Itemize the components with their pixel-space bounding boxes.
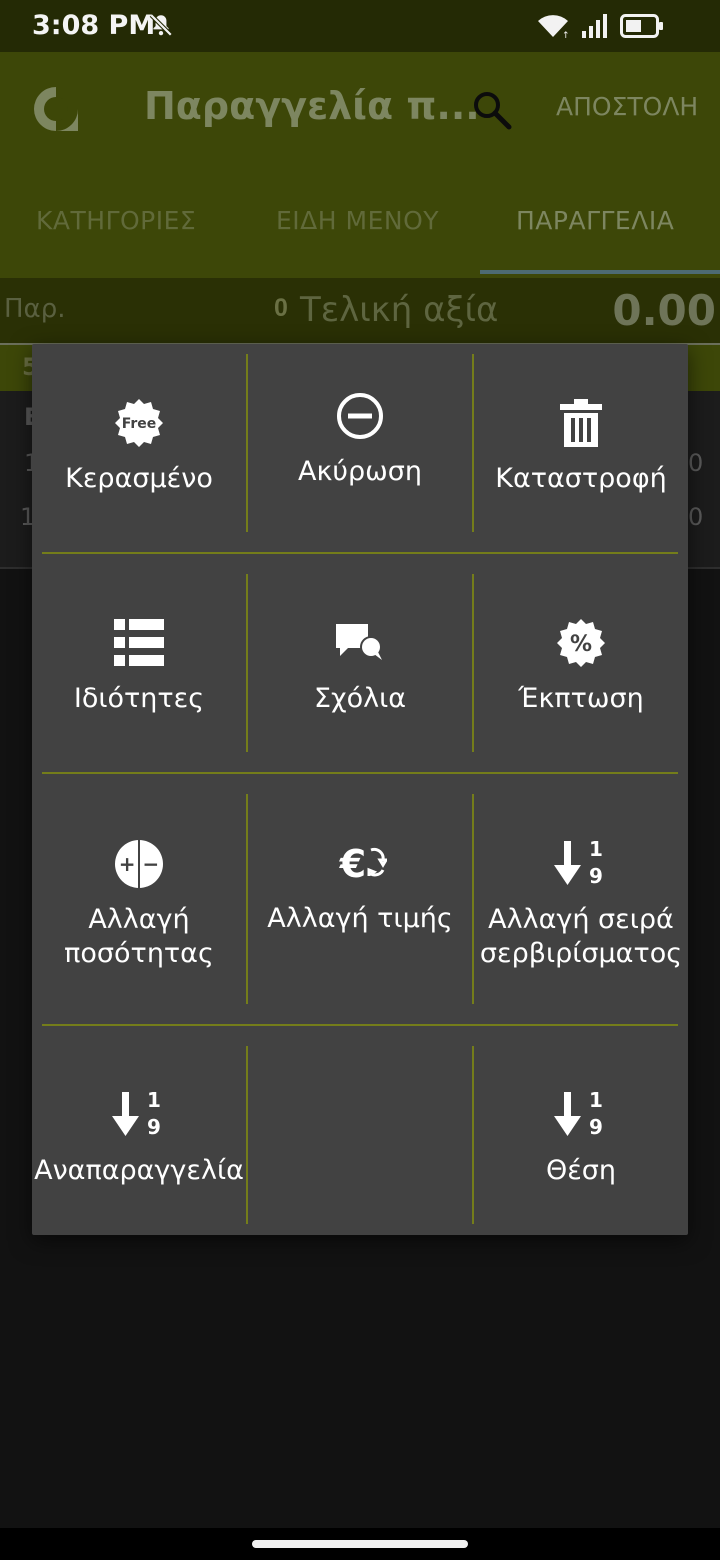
- discount-label: Έκπτωση: [518, 683, 644, 714]
- app-logo-icon: [34, 87, 78, 131]
- list-icon: [112, 616, 166, 670]
- battery-icon: [620, 14, 663, 38]
- change-serving-order-label: Αλλαγή σειρά σερβιρίσματος: [479, 904, 683, 969]
- status-bar: 3:08 PM ↑↓: [0, 0, 720, 52]
- grid-divider: [42, 1024, 678, 1026]
- grid-divider: [42, 552, 678, 554]
- cancel-minus-circle-icon: [333, 389, 387, 443]
- position-label: Θέση: [545, 1155, 617, 1186]
- plus-minus-circle-icon: + −: [112, 837, 166, 891]
- position-button[interactable]: 1 9 Θέση: [474, 1056, 688, 1220]
- sort-top-number: 1: [147, 1090, 161, 1112]
- sort-numeric-down-icon: 1 9: [554, 1088, 608, 1142]
- order-summary: Παρ. 0 Τελική αξία 0.00: [0, 278, 720, 344]
- signal-icon: [582, 14, 607, 38]
- summary-total-label: Τελική αξία: [300, 290, 499, 330]
- properties-label: Ιδιότητες: [73, 683, 205, 714]
- destroy-button[interactable]: Καταστροφή: [474, 364, 688, 528]
- free-badge-text: Free: [122, 416, 157, 432]
- wifi-icon: ↑↓: [538, 15, 570, 39]
- list-item-value: 0: [688, 449, 704, 477]
- euro-exchange-icon: €: [333, 836, 387, 890]
- cancel-button[interactable]: Ακύρωση: [248, 364, 472, 514]
- sort-numeric-down-icon: 1 9: [554, 837, 608, 891]
- page-title: Παραγγελία π...: [144, 84, 480, 128]
- reorder-label: Αναπαραγγελία: [34, 1155, 244, 1186]
- status-time: 3:08 PM: [32, 10, 156, 41]
- complimentary-label: Κερασμένο: [65, 463, 213, 494]
- cancel-label: Ακύρωση: [298, 456, 422, 487]
- empty-cell: [248, 1056, 472, 1220]
- comments-label: Σχόλια: [313, 683, 407, 714]
- sort-top-number: 1: [589, 839, 603, 861]
- svg-text:↑↓: ↑↓: [562, 31, 570, 39]
- complimentary-button[interactable]: Free Κερασμένο: [32, 364, 246, 528]
- change-serving-order-button[interactable]: 1 9 Αλλαγή σειρά σερβιρίσματος: [474, 804, 688, 1004]
- tab-order[interactable]: ΠΑΡΑΓΓΕΛΙΑ: [516, 206, 674, 235]
- comments-button[interactable]: Σχόλια: [248, 584, 472, 748]
- list-item-value: 0: [688, 503, 704, 531]
- summary-total-value: 0.00: [612, 286, 716, 335]
- properties-button[interactable]: Ιδιότητες: [32, 584, 246, 748]
- tab-indicator: [480, 270, 720, 274]
- euro-symbol: €: [339, 842, 366, 886]
- notifications-muted-icon: [149, 13, 173, 37]
- discount-button[interactable]: % Έκπτωση: [474, 584, 688, 748]
- comments-icon: [333, 616, 387, 670]
- destroy-label: Καταστροφή: [495, 463, 667, 494]
- search-icon[interactable]: [470, 88, 514, 132]
- discount-percent-icon: %: [554, 616, 608, 670]
- sort-top-number: 1: [589, 1090, 603, 1112]
- reorder-button[interactable]: 1 9 Αναπαραγγελία: [32, 1056, 246, 1220]
- change-quantity-label: Αλλαγή ποσότητας: [64, 904, 214, 969]
- tab-bar: ΚΑΤΗΓΟΡΙΕΣ ΕΙΔΗ ΜΕΝΟΥ ΠΑΡΑΓΓΕΛΙΑ: [0, 190, 720, 276]
- percent-badge-text: %: [570, 632, 592, 657]
- change-price-button[interactable]: € Αλλαγή τιμής: [248, 804, 472, 968]
- free-badge-icon: Free: [112, 396, 166, 450]
- summary-count: 0: [274, 294, 288, 322]
- change-quantity-button[interactable]: + − Αλλαγή ποσότητας: [32, 804, 246, 1004]
- status-icons: ↑↓: [536, 12, 664, 40]
- summary-par-label: Παρ.: [4, 294, 66, 324]
- tab-menu-items[interactable]: ΕΙΔΗ ΜΕΝΟΥ: [276, 206, 439, 235]
- trash-icon: [554, 396, 608, 450]
- sort-bottom-number: 9: [147, 1115, 161, 1139]
- tab-categories[interactable]: ΚΑΤΗΓΟΡΙΕΣ: [36, 206, 196, 235]
- send-button[interactable]: ΑΠΟΣΤΟΛΗ: [556, 92, 698, 121]
- grid-divider: [42, 772, 678, 774]
- sort-bottom-number: 9: [589, 1115, 603, 1139]
- plus-minus-text: + −: [119, 852, 159, 876]
- order-item-actions-dialog: Free Κερασμένο Ακύρωση Καταστροφή Ιδιότη…: [32, 344, 688, 1235]
- sort-numeric-down-icon: 1 9: [112, 1088, 166, 1142]
- change-price-label: Αλλαγή τιμής: [267, 903, 453, 934]
- sort-bottom-number: 9: [589, 864, 603, 888]
- home-gesture-handle[interactable]: [252, 1540, 468, 1548]
